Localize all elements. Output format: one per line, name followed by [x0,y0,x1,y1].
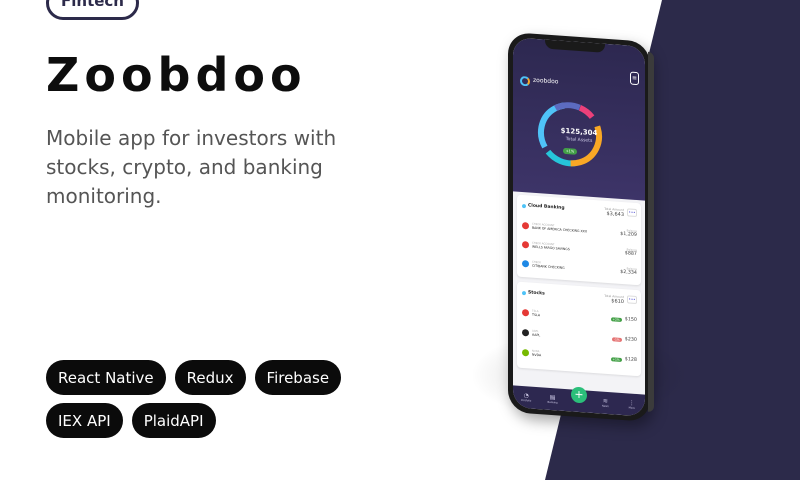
bullet-icon [522,203,526,208]
change-badge: +1% [610,356,622,362]
app-name: zoobdoo [533,76,559,86]
more-icon[interactable]: ••• [627,295,637,305]
bullet-icon [522,290,526,295]
nvidia-logo-icon [522,348,529,357]
tag-plaid-api: PlaidAPI [131,403,216,438]
phone-screen: zoobdoo ≡ $125,304 Total Assets +1% Clou… [513,37,645,417]
project-title: Zoobdoo [46,48,307,102]
app-logo-icon [520,75,530,87]
apple-logo-icon [522,328,529,337]
tag-redux: Redux [174,360,246,395]
stocks-card: Stocks Total Amount $610 ••• TSLA TSLA +… [517,281,641,377]
stocks-card-title: Stocks [522,290,545,297]
app-header: zoobdoo ≡ $125,304 Total Assets +1% [513,37,645,201]
more-icon[interactable]: ••• [627,208,637,218]
phone-mockup: zoobdoo ≡ $125,304 Total Assets +1% Clou… [508,32,654,422]
add-icon[interactable]: + [570,386,587,404]
category-badge: Fintech [46,0,139,20]
stocks-total: $610 [611,298,624,306]
tag-iex-api: IEX API [46,403,123,438]
bottom-navigation: ◔ Portfolio ▤ Banking + ≋ News ⋮ More [513,385,645,417]
phone-edge [648,51,654,413]
tesla-logo-icon [522,308,529,317]
banking-card-title: Cloud Banking [522,203,565,211]
nav-portfolio[interactable]: ◔ Portfolio [519,392,533,403]
bank-icon [522,221,529,230]
tag-firebase: Firebase [254,360,342,395]
change-badge: +1% [563,147,577,155]
change-badge: +2% [610,316,622,322]
nav-news[interactable]: ≋ News [598,397,612,408]
change-badge: -1% [611,336,622,342]
banking-total: $3,643 [606,210,625,219]
nav-more[interactable]: ⋮ More [625,399,639,410]
tech-tags: React Native Redux Firebase IEX API Plai… [46,360,376,438]
tag-react-native: React Native [46,360,166,395]
menu-icon[interactable]: ≡ [630,71,639,86]
nav-add[interactable]: + [570,386,587,404]
nav-banking[interactable]: ▤ Banking [546,394,560,405]
bank-icon [522,259,529,268]
project-description: Mobile app for investors with stocks, cr… [46,126,337,208]
bank-icon [522,240,529,249]
banking-card: Cloud Banking Total Amount $3,643 ••• CH… [517,194,641,286]
